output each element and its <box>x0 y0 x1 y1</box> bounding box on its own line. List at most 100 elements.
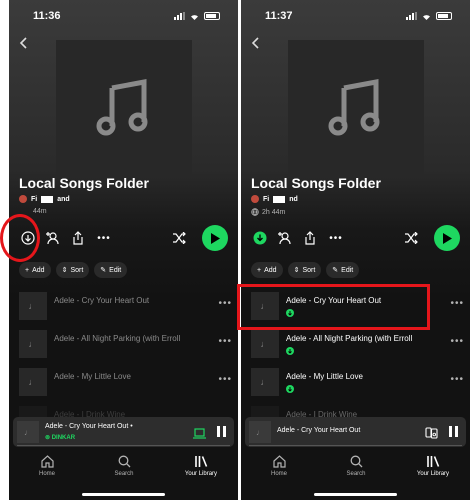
search-icon <box>350 455 362 468</box>
track-more-button[interactable]: ••• <box>450 298 464 309</box>
mini-player[interactable]: ♩ Adele - Cry Your Heart Out <box>245 417 466 447</box>
share-button[interactable] <box>69 229 87 247</box>
tab-search[interactable]: Search <box>94 455 154 477</box>
sort-icon: ⇕ <box>293 267 300 274</box>
playback-progress <box>17 445 230 446</box>
downloaded-icon <box>286 385 294 393</box>
edit-chip[interactable]: ✎ Edit <box>326 262 360 278</box>
home-indicator <box>82 493 165 496</box>
edit-chip[interactable]: ✎ Edit <box>94 262 128 278</box>
duration-text: 44m <box>33 208 47 215</box>
mini-player-title: Adele - Cry Your Heart Out • <box>45 423 133 430</box>
more-icon: ••• <box>97 232 111 244</box>
track-name: Adele - Cry Your Heart Out <box>54 296 150 305</box>
library-icon <box>194 456 207 467</box>
add-chip[interactable]: + Add <box>19 262 51 278</box>
signal-icon <box>174 12 185 20</box>
globe-icon <box>251 208 259 216</box>
track-row[interactable]: ♩ Adele - Cry Your Heart Out ••• <box>19 286 232 324</box>
track-thumb: ♩ <box>251 330 279 358</box>
track-row[interactable]: ♩ Adele - My Little Love ••• <box>19 362 232 400</box>
annotation-circle <box>0 214 40 262</box>
track-more-button[interactable]: ••• <box>450 336 464 347</box>
playlist-owner[interactable]: Fi nd <box>251 195 298 203</box>
action-row: ••• <box>251 225 460 251</box>
back-button[interactable] <box>19 36 27 54</box>
music-note-icon: ♩ <box>260 339 270 349</box>
add-chip-label: Add <box>32 266 45 274</box>
add-chip[interactable]: + Add <box>251 262 283 278</box>
track-name: Adele - My Little Love <box>54 372 131 381</box>
redaction-box <box>273 195 286 203</box>
battery-icon <box>204 12 220 20</box>
pause-button[interactable] <box>449 426 458 437</box>
sort-chip[interactable]: ⇕ Sort <box>287 262 322 278</box>
share-icon <box>73 231 83 245</box>
more-button[interactable]: ••• <box>95 229 113 247</box>
track-more-button[interactable]: ••• <box>450 374 464 385</box>
play-icon <box>211 232 220 244</box>
track-row[interactable]: ♩ Adele - My Little Love ••• <box>251 362 464 400</box>
device-name: DINKAR <box>51 435 76 441</box>
add-chip-label: Add <box>264 266 277 274</box>
track-thumb: ♩ <box>19 292 47 320</box>
sort-chip-label: Sort <box>70 266 84 274</box>
track-more-button[interactable]: ••• <box>218 298 232 309</box>
downloaded-button[interactable] <box>251 229 269 247</box>
sort-icon: ⇕ <box>61 267 68 274</box>
playlist-title: Local Songs Folder <box>19 175 149 191</box>
status-time: 11:37 <box>265 10 293 22</box>
connect-device-button[interactable] <box>193 426 206 444</box>
track-thumb: ♩ <box>19 330 47 358</box>
track-more-button[interactable]: ••• <box>218 374 232 385</box>
track-thumb: ♩ <box>251 368 279 396</box>
plus-icon: + <box>25 266 30 274</box>
play-button[interactable] <box>202 225 228 251</box>
add-collaborator-button[interactable] <box>275 229 293 247</box>
track-name: Adele - My Little Love <box>286 372 363 381</box>
tab-search[interactable]: Search <box>326 455 386 477</box>
playlist-owner[interactable]: Fi and <box>19 195 70 203</box>
status-time: 11:36 <box>33 10 61 22</box>
action-row: ••• <box>19 225 228 251</box>
sort-chip[interactable]: ⇕ Sort <box>55 262 90 278</box>
shuffle-button[interactable] <box>170 229 188 247</box>
home-indicator <box>314 493 397 496</box>
music-note-icon: ♩ <box>256 427 264 437</box>
pause-button[interactable] <box>217 426 226 437</box>
battery-icon <box>436 12 452 20</box>
connect-device-button[interactable] <box>425 426 438 444</box>
tab-home[interactable]: Home <box>17 455 77 477</box>
share-button[interactable] <box>301 229 319 247</box>
more-button[interactable]: ••• <box>327 229 345 247</box>
annotation-rectangle <box>237 284 430 330</box>
connect-device-icon <box>425 427 438 439</box>
play-button[interactable] <box>434 225 460 251</box>
track-name: Adele - All Night Parking (with Erroll <box>286 334 413 343</box>
music-note-icon <box>96 78 148 136</box>
home-icon <box>272 455 286 468</box>
duration-text: 2h 44m <box>262 208 286 216</box>
music-note-icon: ♩ <box>260 377 270 387</box>
filter-chips: + Add ⇕ Sort ✎ Edit <box>251 262 360 278</box>
edit-chip-label: Edit <box>109 266 122 274</box>
tab-your-library[interactable]: Your Library <box>171 455 231 477</box>
mini-player[interactable]: ♩ Adele - Cry Your Heart Out • ⊚ DINKAR <box>13 417 234 447</box>
wifi-icon <box>423 15 430 20</box>
shuffle-button[interactable] <box>402 229 420 247</box>
track-more-button[interactable]: ••• <box>218 336 232 347</box>
owner-name-end: nd <box>289 195 298 203</box>
playback-progress <box>249 445 462 446</box>
tab-your-library[interactable]: Your Library <box>403 455 463 477</box>
tab-home[interactable]: Home <box>249 455 309 477</box>
back-button[interactable] <box>251 36 259 54</box>
pencil-icon: ✎ <box>332 267 339 274</box>
add-collaborator-button[interactable] <box>43 229 61 247</box>
sort-chip-label: Sort <box>302 266 316 274</box>
track-row[interactable]: ♩ Adele - All Night Parking (with Erroll… <box>19 324 232 362</box>
owner-name-end: and <box>57 195 70 203</box>
tab-search-label: Search <box>346 471 366 477</box>
playlist-title: Local Songs Folder <box>251 175 381 191</box>
add-person-icon <box>46 232 59 245</box>
tab-home-label: Home <box>270 471 287 477</box>
